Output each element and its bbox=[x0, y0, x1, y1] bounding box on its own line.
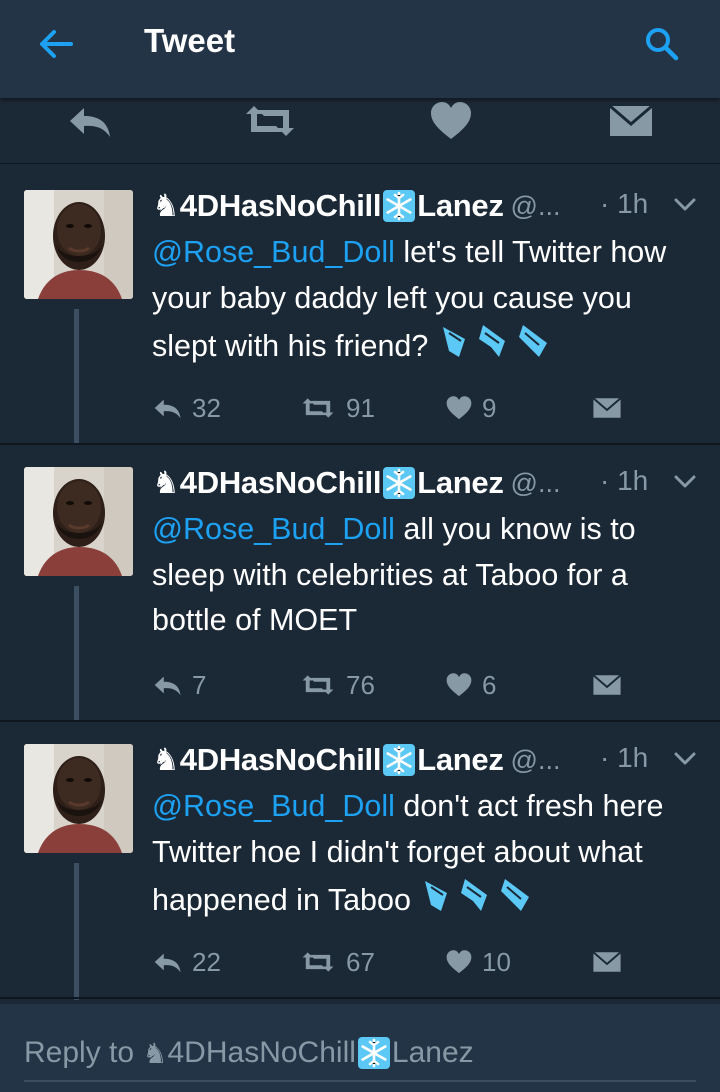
retweet-count: 67 bbox=[346, 946, 375, 977]
reply-input[interactable]: Reply to ♞ 4DHasNoChill Lanez bbox=[24, 1026, 696, 1082]
tweet-divider bbox=[0, 997, 720, 999]
reply-button[interactable]: 32 bbox=[152, 388, 221, 428]
retweet-count: 91 bbox=[346, 392, 375, 423]
tweet-timestamp: · 1h bbox=[600, 742, 649, 773]
tweet-actions: 22 67 10 bbox=[152, 942, 672, 982]
like-count: 10 bbox=[482, 946, 511, 977]
chevron-down-icon[interactable] bbox=[670, 744, 700, 774]
knight-emoji-icon: ♞ bbox=[152, 742, 180, 777]
message-button[interactable] bbox=[592, 665, 622, 705]
avatar[interactable] bbox=[24, 467, 133, 576]
retweet-button[interactable]: 67 bbox=[300, 942, 375, 982]
reply-icon[interactable] bbox=[66, 98, 112, 144]
tweet-actions: 7 76 6 bbox=[152, 665, 672, 705]
like-button[interactable]: 10 bbox=[446, 942, 511, 982]
reply-count: 7 bbox=[192, 669, 207, 700]
reply-icon bbox=[154, 953, 181, 973]
tweet-text: @Rose_Bud_Doll let's tell Twitter how yo… bbox=[152, 230, 704, 375]
chevron-down-icon[interactable] bbox=[670, 190, 700, 220]
reply-count: 32 bbox=[192, 392, 221, 423]
author-name: 4DHasNoChill bbox=[179, 465, 382, 500]
reply-button[interactable]: 7 bbox=[152, 665, 206, 705]
mention-link[interactable]: @Rose_Bud_Doll bbox=[152, 235, 395, 269]
like-icon bbox=[446, 673, 472, 697]
knight-emoji-icon: ♞ bbox=[142, 1037, 168, 1069]
retweet-count: 76 bbox=[346, 669, 375, 700]
mention-link[interactable]: @Rose_Bud_Doll bbox=[152, 512, 395, 546]
like-count: 6 bbox=[482, 669, 497, 700]
message-button[interactable] bbox=[592, 942, 622, 982]
author-name-suffix: Lanez bbox=[417, 188, 504, 223]
like-button[interactable]: 6 bbox=[446, 665, 496, 705]
retweet-icon bbox=[302, 398, 334, 418]
snowflake-emoji-icon bbox=[357, 1036, 391, 1070]
tweet-text: @Rose_Bud_Doll don't act fresh here Twit… bbox=[152, 784, 704, 929]
tweet-item[interactable]: ♞ 4DHasNoChill Lanez @... · 1h @Rose_Bud… bbox=[0, 166, 720, 443]
chevron-down-icon[interactable] bbox=[670, 467, 700, 497]
reply-button[interactable]: 22 bbox=[152, 942, 221, 982]
search-icon[interactable] bbox=[638, 22, 686, 66]
reply-icon bbox=[154, 676, 181, 696]
reply-name-suffix: Lanez bbox=[391, 1036, 474, 1069]
reply-count: 22 bbox=[192, 946, 221, 977]
author-handle: @... bbox=[510, 467, 561, 498]
app-bar: Tweet bbox=[0, 0, 720, 98]
message-icon[interactable] bbox=[608, 98, 654, 144]
snowflake-emoji-icon bbox=[382, 743, 416, 777]
snowflake-emoji-icon bbox=[382, 189, 416, 223]
tweet-actions: 32 91 9 bbox=[152, 388, 672, 428]
retweet-button[interactable]: 76 bbox=[300, 665, 375, 705]
mention-link[interactable]: @Rose_Bud_Doll bbox=[152, 789, 395, 823]
author-name-suffix: Lanez bbox=[417, 465, 504, 500]
dancers-emoji-icon bbox=[421, 875, 537, 929]
message-button[interactable] bbox=[592, 388, 622, 428]
author-handle: @... bbox=[510, 190, 561, 221]
reply-bar: Reply to ♞ 4DHasNoChill Lanez bbox=[0, 1004, 720, 1092]
snowflake-emoji-icon bbox=[382, 466, 416, 500]
knight-emoji-icon: ♞ bbox=[152, 465, 180, 500]
reply-icon bbox=[154, 399, 181, 419]
tweet-item[interactable]: ♞ 4DHasNoChill Lanez @... · 1h @Rose_Bud… bbox=[0, 720, 720, 1000]
like-icon[interactable] bbox=[430, 98, 472, 144]
author-name: 4DHasNoChill bbox=[179, 742, 382, 777]
retweet-icon bbox=[302, 675, 334, 695]
focal-tweet-actions bbox=[0, 98, 720, 164]
like-icon bbox=[446, 396, 472, 420]
reply-prefix: Reply to bbox=[24, 1036, 143, 1069]
page-title: Tweet bbox=[144, 22, 236, 59]
knight-emoji-icon: ♞ bbox=[152, 188, 180, 223]
thread-line bbox=[74, 586, 79, 720]
back-arrow-icon[interactable] bbox=[34, 24, 78, 64]
avatar[interactable] bbox=[24, 190, 133, 299]
like-button[interactable]: 9 bbox=[446, 388, 496, 428]
reply-name: 4DHasNoChill bbox=[167, 1036, 356, 1069]
like-icon bbox=[446, 950, 472, 974]
thread-line bbox=[74, 863, 79, 1000]
author-handle: @... bbox=[510, 744, 561, 775]
retweet-button[interactable]: 91 bbox=[300, 388, 375, 428]
author-name: 4DHasNoChill bbox=[179, 188, 382, 223]
tweet-timestamp: · 1h bbox=[600, 465, 649, 496]
retweet-icon bbox=[302, 952, 334, 972]
retweet-icon[interactable] bbox=[242, 98, 298, 144]
tweet-item[interactable]: ♞ 4DHasNoChill Lanez @... · 1h @Rose_Bud… bbox=[0, 443, 720, 720]
like-count: 9 bbox=[482, 392, 497, 423]
tweet-text: @Rose_Bud_Doll all you know is to sleep … bbox=[152, 507, 704, 644]
dancers-emoji-icon bbox=[439, 321, 555, 375]
thread-line bbox=[74, 309, 79, 443]
avatar[interactable] bbox=[24, 744, 133, 853]
tweet-timestamp: · 1h bbox=[600, 188, 649, 219]
author-name-suffix: Lanez bbox=[417, 742, 504, 777]
